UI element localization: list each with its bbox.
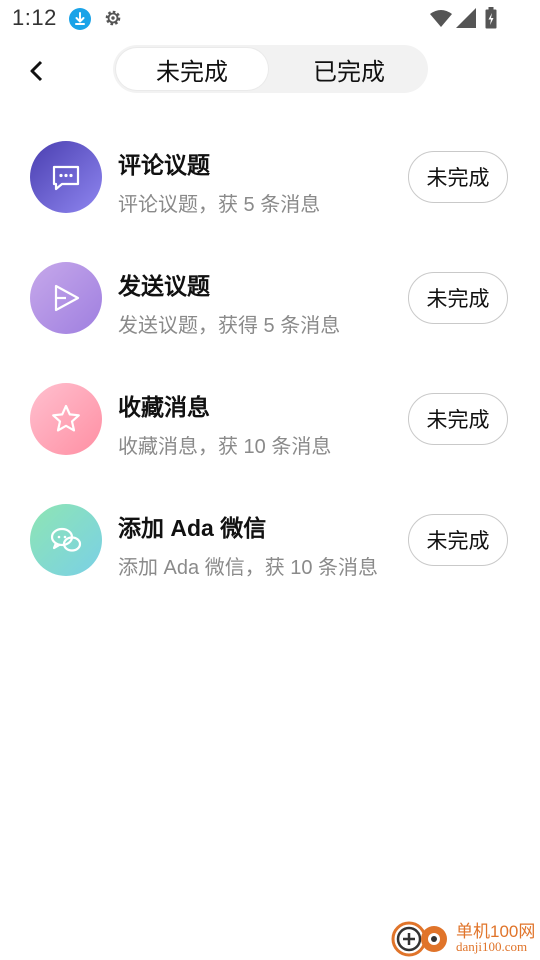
comment-icon (30, 141, 102, 213)
gear-icon (103, 8, 123, 28)
status-tab-switcher: 未完成 已完成 (113, 45, 428, 93)
task-description: 评论议题，获 5 条消息 (118, 194, 321, 216)
task-item-send-topic: 发送议题 发送议题，获得 5 条消息 未完成 (0, 242, 540, 363)
task-title: 添加 Ada 微信 (118, 515, 267, 541)
task-title: 收藏消息 (118, 394, 210, 420)
task-title: 发送议题 (118, 273, 210, 299)
task-status-button[interactable]: 未完成 (408, 393, 508, 445)
send-icon (30, 262, 102, 334)
task-status-button[interactable]: 未完成 (408, 514, 508, 566)
watermark-url: danji100.com (456, 939, 528, 954)
status-time: 1:12 (12, 5, 57, 30)
task-description: 添加 Ada 微信，获 10 条消息 (118, 557, 379, 579)
status-bar: 1:12 (0, 0, 540, 36)
task-status-button[interactable]: 未完成 (408, 151, 508, 203)
task-item-add-wechat: 添加 Ada 微信 添加 Ada 微信，获 10 条消息 未完成 (0, 484, 540, 605)
task-description: 收藏消息，获 10 条消息 (118, 436, 332, 458)
battery-icon (485, 7, 497, 34)
signal-icon (456, 8, 476, 33)
wechat-icon (30, 504, 102, 576)
watermark: 单机100网 danji100.com (390, 915, 540, 960)
task-title: 评论议题 (118, 152, 210, 178)
back-button[interactable] (22, 56, 52, 86)
download-icon (69, 8, 91, 30)
task-item-comment-topic: 评论议题 评论议题，获 5 条消息 未完成 (0, 121, 540, 242)
watermark-logo-icon (391, 921, 447, 957)
chevron-left-icon (30, 60, 43, 82)
star-icon (30, 383, 102, 455)
task-item-favorite-message: 收藏消息 收藏消息，获 10 条消息 未完成 (0, 363, 540, 484)
task-status-button[interactable]: 未完成 (408, 272, 508, 324)
tab-completed[interactable]: 已完成 (273, 48, 425, 90)
tab-incomplete[interactable]: 未完成 (116, 48, 268, 90)
task-description: 发送议题，获得 5 条消息 (118, 315, 341, 337)
task-list: 评论议题 评论议题，获 5 条消息 未完成 发送议题 发送议题，获得 5 条消息… (0, 121, 540, 605)
wifi-icon (430, 9, 452, 32)
